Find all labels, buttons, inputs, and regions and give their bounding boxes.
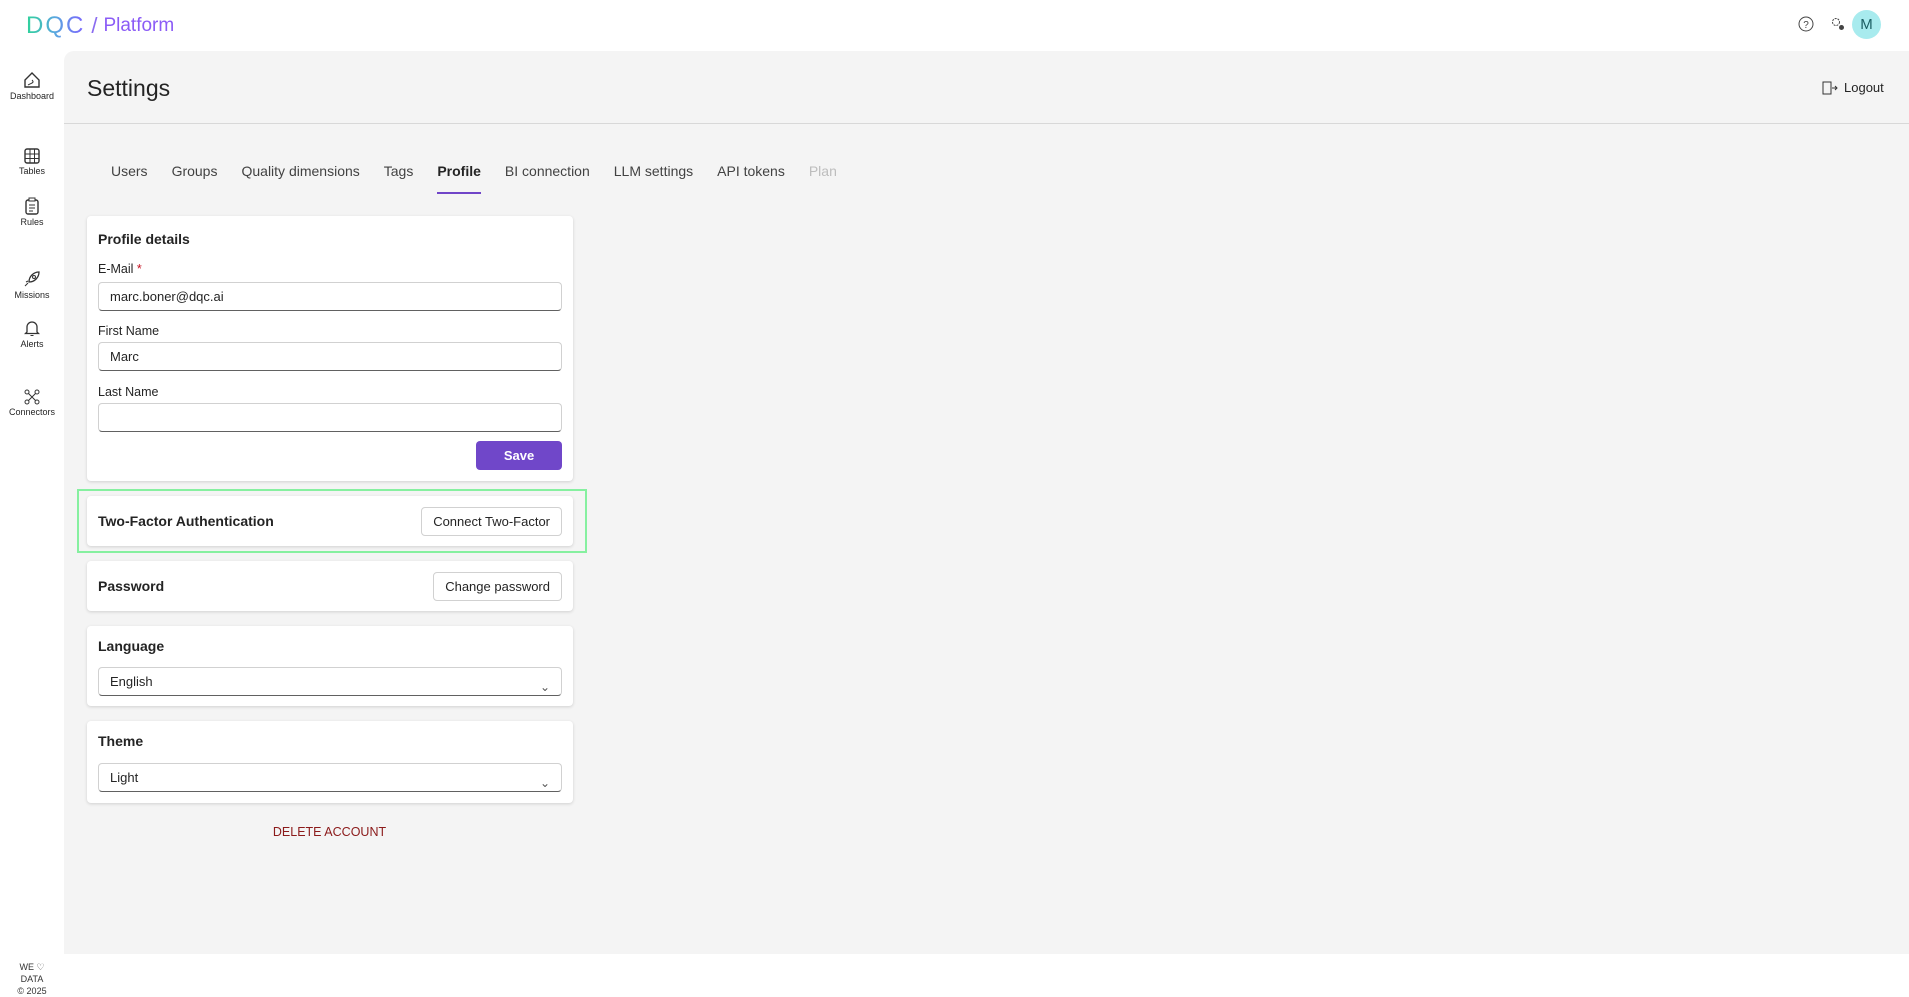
bell-icon (24, 321, 40, 336)
settings-tabs: Users Groups Quality dimensions Tags Pro… (99, 161, 849, 194)
tab-plan: Plan (808, 163, 837, 179)
tab-api-tokens[interactable]: API tokens (705, 161, 797, 193)
email-field[interactable]: marc.boner@dqc.ai (98, 282, 562, 311)
save-button[interactable]: Save (476, 441, 562, 470)
clipboard-icon (25, 197, 39, 215)
dashboard-icon (24, 72, 40, 88)
table-icon (24, 148, 40, 164)
header-divider (64, 123, 1909, 124)
top-bar: DQC / Platform ? M (0, 0, 1909, 51)
chevron-down-icon: ⌄ (539, 776, 550, 790)
sidebar-item-tables[interactable]: Tables (0, 148, 64, 176)
sidebar-item-rules[interactable]: Rules (0, 197, 64, 227)
first-name-label: First Name (98, 324, 160, 338)
sidebar-item-alerts[interactable]: Alerts (0, 319, 64, 349)
svg-text:?: ? (1803, 20, 1809, 31)
language-title: Language (98, 638, 165, 654)
sidebar-item-missions[interactable]: Missions (0, 270, 64, 300)
page-title: Settings (87, 75, 171, 101)
settings-gear-icon[interactable] (1828, 14, 1848, 34)
main-content: Settings Logout Users Groups Quality dim… (64, 51, 1909, 954)
password-title: Password (98, 578, 165, 594)
logout-icon (1822, 81, 1838, 94)
theme-select[interactable]: Light ⌄ (98, 763, 562, 792)
first-name-field[interactable]: Marc (98, 342, 562, 371)
help-icon[interactable]: ? (1796, 14, 1816, 34)
sidebar-item-dashboard[interactable]: Dashboard (0, 71, 64, 101)
last-name-label: Last Name (98, 385, 159, 399)
tab-tags[interactable]: Tags (372, 161, 426, 193)
profile-details-card: Profile details E-Mail * marc.boner@dqc.… (87, 216, 573, 481)
delete-account-button[interactable]: DELETE ACCOUNT (64, 825, 595, 839)
password-card: Password Change password (87, 561, 573, 611)
theme-card: Theme Light ⌄ (87, 721, 573, 803)
tab-quality-dimensions[interactable]: Quality dimensions (229, 161, 371, 193)
language-card: Language English ⌄ (87, 626, 573, 706)
tab-llm-settings[interactable]: LLM settings (602, 161, 705, 193)
connectors-icon (24, 389, 40, 405)
last-name-field[interactable] (98, 403, 562, 432)
tab-groups[interactable]: Groups (160, 161, 230, 193)
profile-details-title: Profile details (98, 231, 190, 247)
sidebar-footer: WE ♡ DATA © 2025 (17, 962, 47, 996)
change-password-button[interactable]: Change password (433, 572, 562, 601)
rocket-icon (24, 271, 40, 287)
sidebar-item-connectors[interactable]: Connectors (0, 389, 64, 417)
tab-profile[interactable]: Profile (425, 161, 493, 194)
tab-users[interactable]: Users (99, 161, 160, 193)
avatar[interactable]: M (1852, 10, 1881, 39)
logout-button[interactable]: Logout (1822, 80, 1884, 95)
connect-two-factor-button[interactable]: Connect Two-Factor (421, 507, 562, 536)
email-label: E-Mail * (98, 262, 142, 276)
chevron-down-icon: ⌄ (539, 680, 550, 694)
two-factor-card: Two-Factor Authentication Connect Two-Fa… (87, 496, 573, 546)
theme-title: Theme (98, 733, 144, 749)
sidebar: Dashboard Tables Rules Missions Alerts C… (0, 51, 64, 996)
language-select[interactable]: English ⌄ (98, 667, 562, 696)
two-factor-title: Two-Factor Authentication (98, 513, 274, 529)
required-mark: * (136, 262, 142, 276)
tab-bi-connection[interactable]: BI connection (493, 161, 602, 193)
logo[interactable]: DQC / Platform (26, 12, 174, 40)
